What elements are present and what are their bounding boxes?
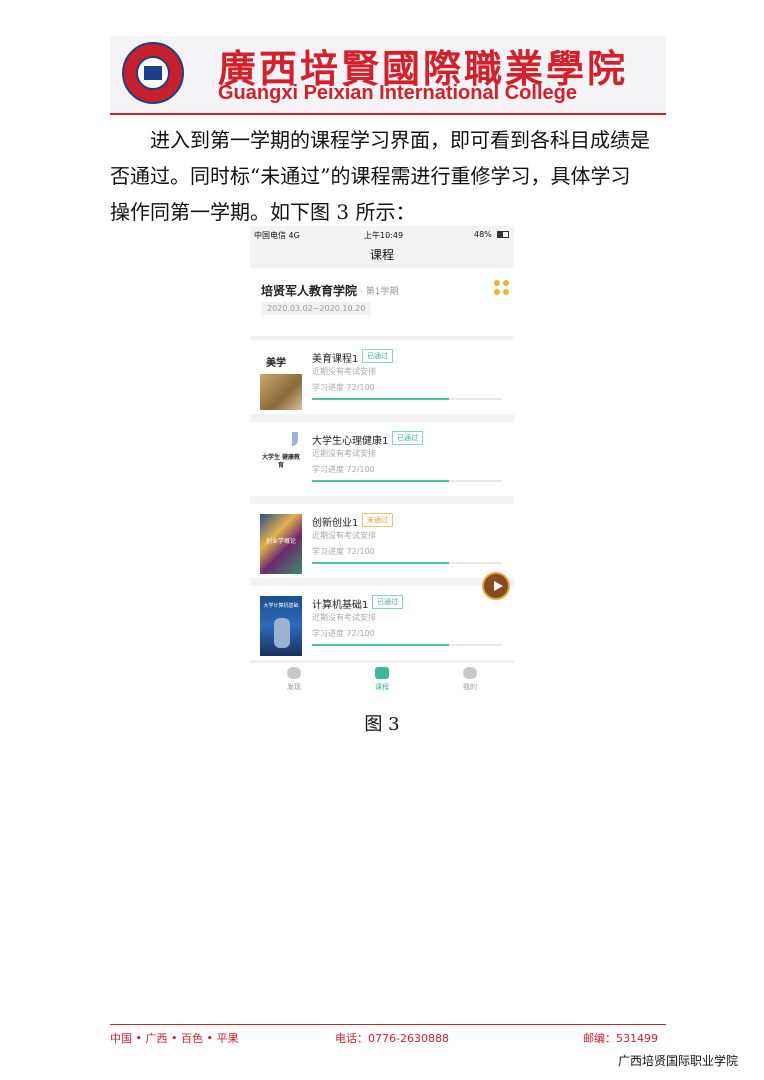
footer-location: 中国 • 广西 • 百色 • 平果 — [110, 1032, 239, 1045]
semester-card[interactable]: 培贤军人教育学院 · 第1学期 2020.03.02~2020.10.20 — [250, 268, 514, 336]
footer-org: 广西培贤国际职业学院 — [618, 1054, 739, 1068]
status-time: 上午10:49 — [364, 231, 404, 240]
status-badge: 未通过 — [362, 513, 393, 527]
course-item[interactable]: 创业学概论 创新创业1 未通过 近期没有考试安排 学习进度 72/100 — [250, 504, 514, 578]
footer-postcode: 邮编：531499 — [583, 1032, 658, 1045]
course-name: 计算机基础1 — [312, 600, 369, 611]
figure-caption: 图 3 — [364, 714, 400, 735]
tab-discover[interactable]: 发现 — [264, 667, 324, 692]
progress-bar — [312, 562, 502, 564]
course-thumbnail: 创业学概论 — [260, 514, 302, 574]
body-line-3: 操作同第一学期。如下图 3 所示： — [110, 200, 416, 224]
status-carrier: 中国电信 4G — [254, 231, 300, 240]
tab-label: 发现 — [287, 683, 301, 691]
tab-label: 课程 — [375, 683, 389, 691]
progress-bar — [312, 480, 502, 482]
progress-label: 学习进度 72/100 — [312, 383, 375, 392]
semester-dates: 2020.03.02~2020.10.20 — [261, 302, 372, 315]
semester-term: · 第1学期 — [360, 287, 399, 297]
semester-name: 培贤军人教育学院 — [261, 284, 358, 298]
progress-label: 学习进度 72/100 — [312, 629, 375, 638]
course-name: 美育课程1 — [312, 354, 359, 365]
course-item[interactable]: 大学计算机基础 计算机基础1 已通过 近期没有考试安排 学习进度 72/100 — [250, 586, 514, 660]
course-name: 创新创业1 — [312, 518, 359, 529]
college-name-en: Guangxi Peixian International College — [218, 82, 577, 104]
tv-icon — [375, 667, 389, 679]
college-seal-logo — [122, 42, 184, 104]
tab-mine[interactable]: 我的 — [440, 667, 500, 692]
course-thumbnail: 美学 — [260, 350, 302, 410]
status-battery: 48% — [474, 230, 492, 239]
course-thumbnail: 大学生 健康教育 — [260, 432, 302, 492]
phone-screenshot: 中国电信 4G 上午10:49 48% 课程 培贤军人教育学院 · 第1学期 2… — [250, 226, 514, 698]
exam-note: 近期没有考试安排 — [312, 613, 376, 622]
planet-icon — [287, 667, 301, 679]
user-icon — [463, 667, 477, 679]
dots-grid-icon[interactable] — [494, 280, 510, 296]
tab-courses[interactable]: 课程 — [352, 667, 412, 692]
course-item[interactable]: 大学生 健康教育 大学生心理健康1 已通过 近期没有考试安排 学习进度 72/1… — [250, 422, 514, 496]
course-thumbnail: 大学计算机基础 — [260, 596, 302, 656]
body-line-2: 否通过。同时标“未通过”的课程需进行重修学习，具体学习 — [110, 164, 631, 188]
status-badge: 已通过 — [372, 595, 403, 609]
progress-label: 学习进度 72/100 — [312, 547, 375, 556]
progress-bar — [312, 398, 502, 400]
status-badge: 已通过 — [362, 349, 393, 363]
status-badge: 已通过 — [392, 431, 423, 445]
play-icon[interactable] — [482, 572, 510, 600]
header-divider — [110, 113, 666, 115]
course-item[interactable]: 美学 美育课程1 已通过 近期没有考试安排 学习进度 72/100 — [250, 340, 514, 414]
course-name: 大学生心理健康1 — [312, 436, 389, 447]
tab-label: 我的 — [463, 683, 477, 691]
nav-title: 课程 — [369, 248, 394, 262]
exam-note: 近期没有考试安排 — [312, 449, 376, 458]
exam-note: 近期没有考试安排 — [312, 367, 376, 376]
progress-bar — [312, 644, 502, 646]
tab-bar: 发现 课程 我的 — [250, 662, 514, 698]
body-line-1: 进入到第一学期的课程学习界面，即可看到各科目成绩是 — [150, 128, 650, 152]
footer-divider — [110, 1024, 666, 1025]
progress-label: 学习进度 72/100 — [312, 465, 375, 474]
battery-icon — [497, 231, 509, 238]
exam-note: 近期没有考试安排 — [312, 531, 376, 540]
footer-phone: 电话：0776-2630888 — [335, 1032, 449, 1045]
